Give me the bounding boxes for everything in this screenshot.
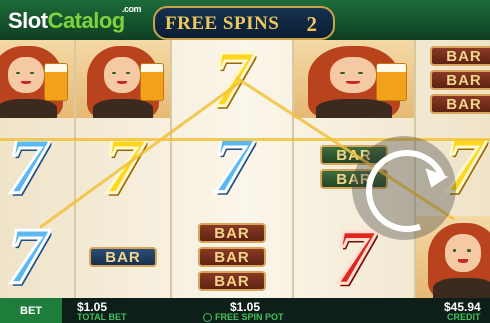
beer-mug-icon [139,63,165,102]
free-spins-count: 2 [306,12,318,36]
bar-label: BAR [430,94,490,114]
bar-label: BAR [198,223,266,243]
symbol-woman [76,40,170,118]
free-spins-title: FREE SPINS [165,13,280,34]
total-bet-label: TOTAL BET [77,312,127,322]
coin-icon [203,313,212,323]
top-bar: SlotCatalog .com FREE SPINS 2 [0,0,490,40]
watermark-part-catalog: Catalog [47,8,126,33]
bet-tab-button[interactable]: BET [0,298,62,323]
free-spins-banner: FREE SPINS 2 [153,6,335,40]
woman-portrait [76,40,170,118]
credit-label: CREDIT [447,312,481,322]
free-spin-pot-label: FREE SPIN POT [215,312,284,322]
symbol-seven-blue: 7 [6,123,49,211]
reel-3: 7 7 BAR BAR BAR [172,40,294,298]
bar-label: BAR [198,247,266,267]
symbol-woman [0,40,74,118]
watermark-part-slot: Slot [8,8,48,33]
footer-bar: BET $1.05 TOTAL BET $1.05 FREE SPIN POT … [0,298,490,323]
woman-portrait [0,40,74,118]
bar-label: BAR [198,271,266,291]
symbol-seven-blue: 7 [6,213,49,299]
bar-label: BAR [89,247,157,267]
reel-2: 7 BAR [76,40,172,298]
symbol-seven-blue: 7 [211,122,254,210]
watermark-logo: SlotCatalog .com [8,4,142,34]
woman-portrait [294,40,414,118]
symbol-bar-triple: BAR BAR BAR [416,40,490,120]
beer-mug-icon [43,63,69,102]
bar-label: BAR [430,46,490,66]
watermark-part-com: .com [122,4,142,14]
bar-label: BAR [430,70,490,90]
spin-button[interactable] [352,136,462,246]
beer-mug-icon [376,63,407,102]
symbol-seven-yellow: 7 [211,40,254,124]
symbol-bar-triple: BAR BAR BAR [172,216,292,298]
symbol-bar-single: BAR [76,216,170,298]
reel-1: 7 7 [0,40,76,298]
symbol-woman [294,40,414,118]
free-spin-pot-label-wrap: FREE SPIN POT [203,312,284,323]
